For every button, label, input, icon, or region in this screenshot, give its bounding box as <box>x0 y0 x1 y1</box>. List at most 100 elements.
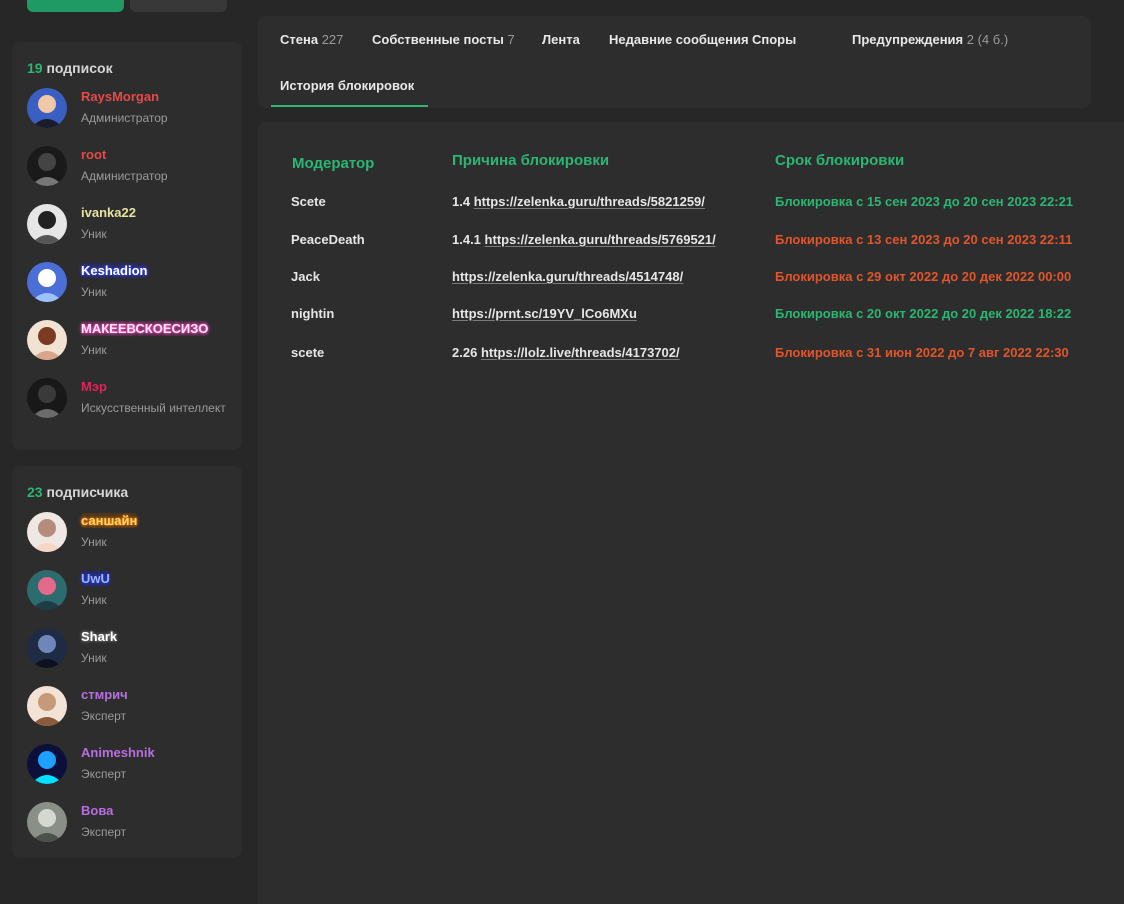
tab-disputes[interactable]: Споры <box>752 32 796 47</box>
tab-label: Предупреждения <box>852 32 964 47</box>
tab-label: Лента <box>542 32 580 47</box>
following-user-item[interactable]: root Администратор <box>27 146 237 196</box>
avatar[interactable] <box>27 512 67 552</box>
primary-action-button[interactable] <box>27 0 124 12</box>
profile-tabs: Стена 227 Собственные посты 7 Лента Неда… <box>258 16 1091 108</box>
user-role: Уник <box>81 593 107 607</box>
tab-warnings[interactable]: Предупреждения 2 (4 б.) <box>852 32 1008 47</box>
ban-history-panel: Модератор Причина блокировки Срок блокир… <box>258 122 1124 904</box>
followers-label: подписчика <box>46 484 129 500</box>
reason-link[interactable]: https://lolz.live/threads/4173702/ <box>481 345 680 360</box>
reason-rule: 2.26 <box>452 345 478 360</box>
avatar[interactable] <box>27 744 67 784</box>
avatar[interactable] <box>27 88 67 128</box>
active-tab-indicator <box>271 105 428 107</box>
avatar[interactable] <box>27 262 67 302</box>
following-card: 19 подписок RaysMorgan Администратор root А… <box>12 42 242 450</box>
avatar[interactable] <box>27 570 67 610</box>
user-role: Уник <box>81 227 107 241</box>
ban-term: Блокировка с 31 июн 2022 до 7 авг 2022 2… <box>775 345 1069 360</box>
column-header-term: Срок блокировки <box>775 152 905 169</box>
ban-moderator[interactable]: Scete <box>291 194 326 209</box>
ban-moderator[interactable]: scete <box>291 345 324 360</box>
user-role: Уник <box>81 285 107 299</box>
ban-reason: 1.4.1 https://zelenka.guru/threads/57695… <box>452 232 716 247</box>
avatar[interactable] <box>27 146 67 186</box>
user-role: Администратор <box>81 111 168 125</box>
user-role: Администратор <box>81 169 168 183</box>
reason-link[interactable]: https://zelenka.guru/threads/5821259/ <box>474 194 705 209</box>
follower-user-item[interactable]: UwU Уник <box>27 570 237 620</box>
user-role: Уник <box>81 535 107 549</box>
user-role: Уник <box>81 343 107 357</box>
reason-rule: 1.4.1 <box>452 232 481 247</box>
username-link[interactable]: Вова <box>81 803 113 818</box>
reason-link[interactable]: https://zelenka.guru/threads/5769521/ <box>485 232 716 247</box>
profile-action-buttons <box>27 0 227 12</box>
ban-term: Блокировка с 15 сен 2023 до 20 сен 2023 … <box>775 194 1074 209</box>
following-user-item[interactable]: RaysMorgan Администратор <box>27 88 237 138</box>
following-title[interactable]: 19 подписок <box>27 60 113 76</box>
user-role: Эксперт <box>81 825 127 839</box>
username-link[interactable]: root <box>81 147 106 162</box>
username-link[interactable]: Keshadion <box>81 263 148 278</box>
username-link[interactable]: Shark <box>81 629 117 644</box>
user-role: Искусственный интеллект <box>81 401 226 415</box>
tab-feed[interactable]: Лента <box>542 32 580 47</box>
ban-reason: 1.4 https://zelenka.guru/threads/5821259… <box>452 194 705 209</box>
ban-moderator[interactable]: PeaceDeath <box>291 232 365 247</box>
following-user-item[interactable]: ivanka22 Уник <box>27 204 237 254</box>
avatar[interactable] <box>27 378 67 418</box>
follower-user-item[interactable]: саншайн Уник <box>27 512 237 562</box>
user-role: Эксперт <box>81 709 127 723</box>
username-link[interactable]: Мэр <box>81 379 107 394</box>
tab-count: 2 (4 б.) <box>966 32 1009 47</box>
following-user-item[interactable]: Keshadion Уник <box>27 262 237 312</box>
follower-user-item[interactable]: Animeshnik Эксперт <box>27 744 237 794</box>
avatar[interactable] <box>27 628 67 668</box>
reason-link[interactable]: https://zelenka.guru/threads/4514748/ <box>452 269 683 284</box>
following-user-item[interactable]: Мэр Искусственный интеллект <box>27 378 237 428</box>
username-link[interactable]: RaysMorgan <box>81 89 159 104</box>
followers-count: 23 <box>27 484 43 500</box>
follower-user-item[interactable]: стмрич Эксперт <box>27 686 237 736</box>
username-link[interactable]: UwU <box>81 571 110 586</box>
following-user-item[interactable]: МАКЕЕВСКОЕСИЗО Уник <box>27 320 237 370</box>
tab-count: 7 <box>507 32 515 47</box>
tab-label: Недавние сообщения <box>609 32 749 47</box>
tab-own-posts[interactable]: Собственные посты 7 <box>372 32 515 47</box>
avatar[interactable] <box>27 802 67 842</box>
avatar[interactable] <box>27 204 67 244</box>
username-link[interactable]: стмрич <box>81 687 128 702</box>
tab-label: Стена <box>280 32 319 47</box>
reason-link[interactable]: https://prnt.sc/19YV_lCo6MXu <box>452 306 637 321</box>
ban-reason: 2.26 https://lolz.live/threads/4173702/ <box>452 345 680 360</box>
username-link[interactable]: саншайн <box>81 513 138 528</box>
ban-term: Блокировка с 29 окт 2022 до 20 дек 2022 … <box>775 269 1072 284</box>
tab-wall[interactable]: Стена 227 <box>280 32 343 47</box>
tab-label: Споры <box>752 32 797 47</box>
following-label: подписок <box>46 60 113 76</box>
user-role: Уник <box>81 651 107 665</box>
tab-label: Собственные посты <box>372 32 504 47</box>
tab-recent-messages[interactable]: Недавние сообщения <box>609 32 749 47</box>
tab-label: История блокировок <box>280 78 415 93</box>
tab-ban-history[interactable]: История блокировок <box>280 78 414 93</box>
follower-user-item[interactable]: Shark Уник <box>27 628 237 678</box>
followers-title[interactable]: 23 подписчика <box>27 484 128 500</box>
following-count: 19 <box>27 60 43 76</box>
ban-reason: https://zelenka.guru/threads/4514748/ <box>452 269 683 284</box>
avatar[interactable] <box>27 320 67 360</box>
ban-term: Блокировка с 20 окт 2022 до 20 дек 2022 … <box>775 306 1072 321</box>
ban-moderator[interactable]: Jack <box>291 269 320 284</box>
username-link[interactable]: Animeshnik <box>81 745 155 760</box>
tab-count: 227 <box>321 32 344 47</box>
username-link[interactable]: ivanka22 <box>81 205 136 220</box>
user-role: Эксперт <box>81 767 127 781</box>
ban-term: Блокировка с 13 сен 2023 до 20 сен 2023 … <box>775 232 1073 247</box>
username-link[interactable]: МАКЕЕВСКОЕСИЗО <box>81 321 209 336</box>
follower-user-item[interactable]: Вова Эксперт <box>27 802 237 852</box>
secondary-action-button[interactable] <box>130 0 227 12</box>
avatar[interactable] <box>27 686 67 726</box>
ban-moderator[interactable]: nightin <box>291 306 334 321</box>
